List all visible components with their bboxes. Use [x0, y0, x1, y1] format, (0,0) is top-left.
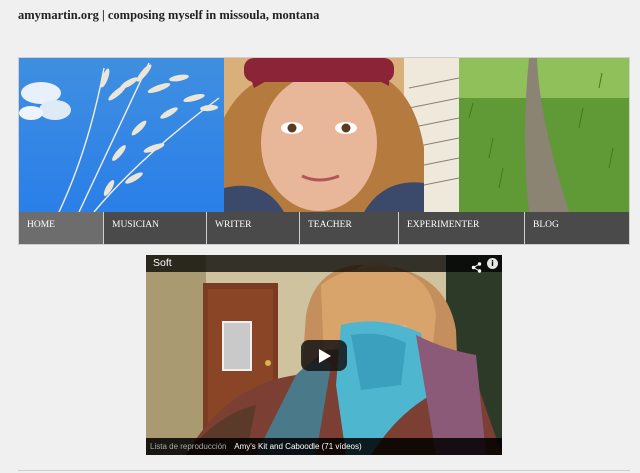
- play-icon[interactable]: [301, 340, 347, 371]
- nav-item-writer[interactable]: WRITER: [207, 212, 300, 244]
- video-title[interactable]: Soft: [153, 257, 172, 269]
- video-titlebar: Soft i: [146, 255, 502, 273]
- footer-divider: [18, 470, 630, 471]
- nav-item-teacher[interactable]: TEACHER: [300, 212, 399, 244]
- main-navigation: HOME MUSICIAN WRITER TEACHER EXPERIMENTE…: [19, 212, 629, 244]
- field-path-photo: [459, 58, 629, 212]
- nav-item-experimenter[interactable]: EXPERIMENTER: [399, 212, 525, 244]
- playlist-name[interactable]: Amy's Kit and Caboodle (71 vídeos): [234, 442, 361, 451]
- info-icon[interactable]: i: [487, 258, 498, 269]
- portrait-photo: [224, 58, 459, 212]
- header-banner: HOME MUSICIAN WRITER TEACHER EXPERIMENTE…: [18, 57, 630, 245]
- nav-item-blog[interactable]: BLOG: [525, 212, 629, 244]
- share-icon[interactable]: [471, 258, 482, 273]
- nav-item-home[interactable]: HOME: [19, 212, 104, 244]
- nav-item-musician[interactable]: MUSICIAN: [104, 212, 207, 244]
- playlist-label: Lista de reproducción: [150, 442, 227, 451]
- sky-grass-photo: [19, 58, 224, 212]
- site-title[interactable]: amymartin.org | composing myself in miss…: [18, 8, 319, 23]
- banner-photos: [19, 58, 629, 212]
- video-player[interactable]: Soft i Lista de reproducción Amy's Kit a…: [146, 255, 502, 455]
- playlist-bar[interactable]: Lista de reproducción Amy's Kit and Cabo…: [146, 438, 502, 455]
